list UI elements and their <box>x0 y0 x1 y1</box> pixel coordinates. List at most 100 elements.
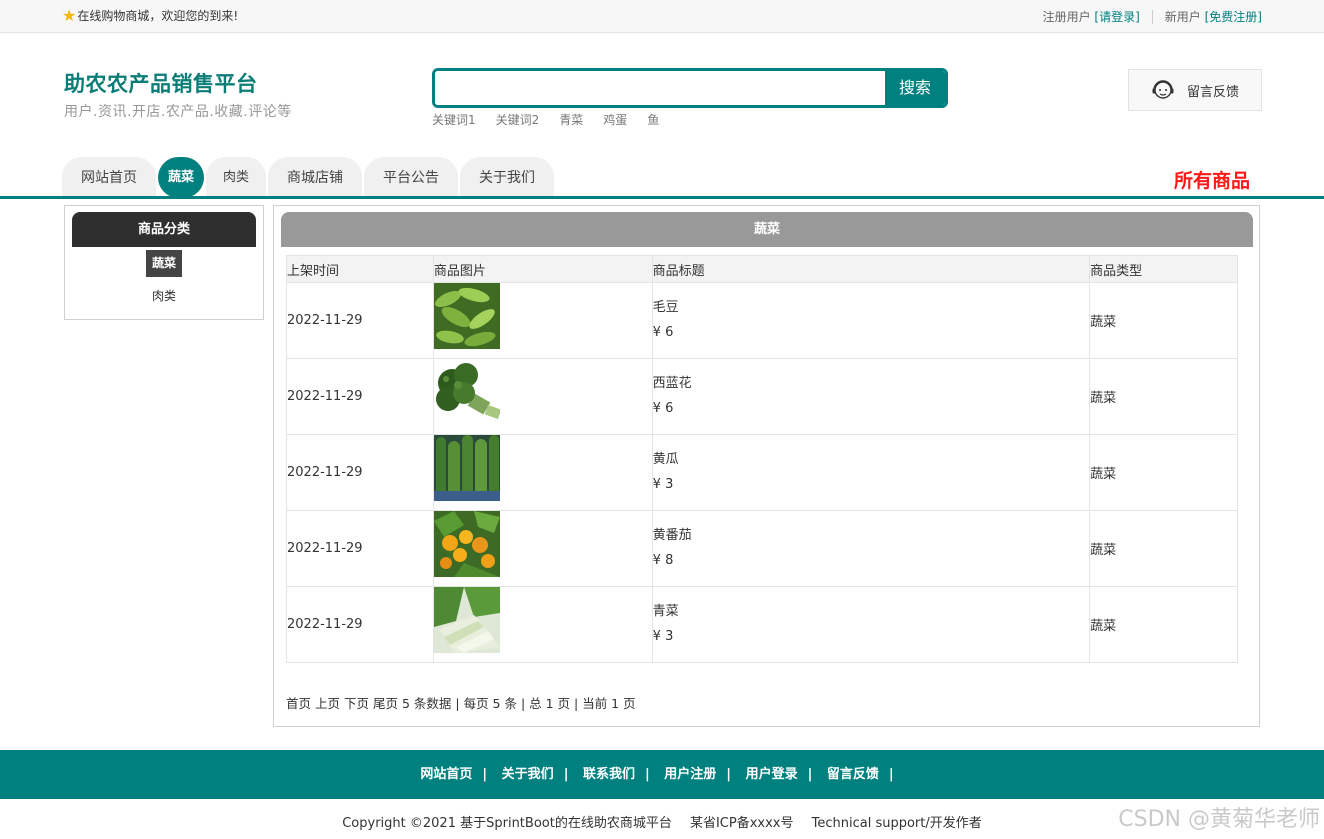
hot-keywords: 关键词1 关键词2 青菜 鸡蛋 鱼 <box>432 111 659 128</box>
product-price: ¥ 6 <box>652 324 674 340</box>
type-cell: 蔬菜 <box>1089 282 1238 359</box>
product-image-broccoli[interactable] <box>433 358 500 425</box>
footer-link-about[interactable]: 关于我们 <box>502 767 554 782</box>
new-user-label: 新用户 <box>1164 10 1201 24</box>
tab-vegetables[interactable]: 蔬菜 <box>158 157 204 198</box>
title-cell: 黄番茄 ¥ 8 <box>651 510 1091 587</box>
register-link[interactable]: [免费注册] <box>1205 8 1262 25</box>
tab-shops[interactable]: 商城店铺 <box>268 157 363 198</box>
title-cell: 青菜 ¥ 3 <box>651 586 1091 663</box>
support-text: Technical support/开发作者 <box>811 816 982 831</box>
table-row[interactable]: 2022-11-29 青菜 ¥ 3 蔬菜 <box>286 586 1238 663</box>
product-image-bok-choy[interactable] <box>433 586 500 653</box>
pager-next[interactable]: 下页 <box>344 696 369 711</box>
sidebar-title: 商品分类 <box>72 212 256 247</box>
table-row[interactable]: 2022-11-29 西蓝花 ¥ 6 蔬菜 <box>286 358 1238 435</box>
column-header: 上架时间 <box>286 255 434 283</box>
product-image-edamame[interactable] <box>433 282 500 349</box>
product-title[interactable]: 青菜 <box>653 600 1089 619</box>
star-icon: ★ <box>62 5 77 25</box>
title-cell: 毛豆 ¥ 6 <box>651 282 1091 359</box>
panel-title: 蔬菜 <box>281 212 1253 247</box>
keyword-link[interactable]: 鱼 <box>647 111 659 128</box>
main-nav: 网站首页 蔬菜 肉类 商城店铺 平台公告 关于我们 <box>62 157 556 198</box>
date-cell: 2022-11-29 <box>286 586 434 663</box>
nav-underline <box>0 196 1324 199</box>
product-panel: 蔬菜 上架时间 商品图片 商品标题 商品类型 2022-11-29 毛豆 ¥ 6… <box>273 205 1260 727</box>
customer-service-icon <box>1152 80 1174 99</box>
feedback-label: 留言反馈 <box>1187 84 1240 100</box>
product-price: ¥ 6 <box>652 400 674 416</box>
product-table: 上架时间 商品图片 商品标题 商品类型 2022-11-29 毛豆 ¥ 6 蔬菜… <box>286 255 1238 663</box>
product-price: ¥ 8 <box>652 552 674 568</box>
pager-first[interactable]: 首页 <box>286 696 311 711</box>
footer-link-login[interactable]: 用户登录 <box>746 767 798 782</box>
product-title[interactable]: 黄番茄 <box>653 524 1089 543</box>
column-header: 商品类型 <box>1089 255 1238 283</box>
copyright-text: Copyright ©2021 基于SprintBoot的在线助农商城平台 <box>342 816 672 831</box>
keyword-link[interactable]: 鸡蛋 <box>603 111 627 128</box>
keyword-link[interactable]: 关键词2 <box>496 111 540 128</box>
tab-about[interactable]: 关于我们 <box>460 157 555 198</box>
image-cell <box>432 358 653 435</box>
footer-link-contact[interactable]: 联系我们 <box>583 767 635 782</box>
pagination: 首页 上页 下页 尾页 5 条数据 | 每页 5 条 | 总 1 页 | 当前 … <box>286 693 636 712</box>
column-header: 商品标题 <box>651 255 1091 283</box>
search-button[interactable]: 搜索 <box>885 71 945 105</box>
date-cell: 2022-11-29 <box>286 358 434 435</box>
sidebar-item-meat[interactable]: 肉类 <box>65 287 263 304</box>
date-cell: 2022-11-29 <box>286 510 434 587</box>
title-cell: 西蓝花 ¥ 6 <box>651 358 1091 435</box>
footer-link-register[interactable]: 用户注册 <box>664 767 716 782</box>
keyword-link[interactable]: 关键词1 <box>432 111 476 128</box>
login-link[interactable]: [请登录] <box>1094 8 1139 25</box>
product-image-cucumber[interactable] <box>433 434 500 501</box>
footer-link-feedback[interactable]: 留言反馈 <box>827 767 879 782</box>
welcome-label: 在线购物商城，欢迎您的到来! <box>77 9 239 23</box>
tab-home[interactable]: 网站首页 <box>62 157 156 198</box>
product-image-tomato[interactable] <box>433 510 500 577</box>
footer-link-home[interactable]: 网站首页 <box>420 767 472 782</box>
search-input[interactable] <box>435 71 887 105</box>
account-links: 注册用户 [请登录] 新用户 [免费注册] <box>1043 8 1262 25</box>
type-cell: 蔬菜 <box>1089 358 1238 435</box>
sidebar-item-vegetables[interactable]: 蔬菜 <box>146 250 182 277</box>
date-cell: 2022-11-29 <box>286 434 434 511</box>
type-cell: 蔬菜 <box>1089 510 1238 587</box>
footer-nav: 网站首页 | 关于我们 | 联系我们 | 用户注册 | 用户登录 | 留言反馈 | <box>0 750 1324 799</box>
feedback-button[interactable]: 留言反馈 <box>1128 69 1262 111</box>
tab-announcements[interactable]: 平台公告 <box>364 157 459 198</box>
image-cell <box>432 586 653 663</box>
image-cell <box>432 282 653 359</box>
tab-meat[interactable]: 肉类 <box>206 157 267 198</box>
product-title[interactable]: 毛豆 <box>653 296 1089 315</box>
product-title[interactable]: 黄瓜 <box>653 448 1089 467</box>
product-title[interactable]: 西蓝花 <box>653 372 1089 391</box>
registered-user-label: 注册用户 <box>1042 10 1091 24</box>
keyword-link[interactable]: 青菜 <box>559 111 583 128</box>
site-subtitle: 用户.资讯.开店.农产品.收藏.评论等 <box>64 104 292 120</box>
site-title[interactable]: 助农农产品销售平台 <box>64 68 292 98</box>
icp-text: 某省ICP备xxxx号 <box>689 816 794 831</box>
image-cell <box>432 434 653 511</box>
welcome-text: ★ 在线购物商城，欢迎您的到来! <box>62 7 238 24</box>
divider <box>1151 9 1153 24</box>
product-price: ¥ 3 <box>652 628 674 644</box>
product-price: ¥ 3 <box>652 476 674 492</box>
table-row[interactable]: 2022-11-29 毛豆 ¥ 6 蔬菜 <box>286 282 1238 359</box>
all-goods-link[interactable]: 所有商品 <box>1174 166 1250 193</box>
column-header: 商品图片 <box>432 255 653 283</box>
type-cell: 蔬菜 <box>1089 586 1238 663</box>
pager-last[interactable]: 尾页 <box>373 696 398 711</box>
image-cell <box>432 510 653 587</box>
top-bar: ★ 在线购物商城，欢迎您的到来! 注册用户 [请登录] 新用户 [免费注册] <box>0 0 1324 33</box>
pager-info: 5 条数据 | 每页 5 条 | 总 1 页 | 当前 1 页 <box>402 696 636 711</box>
table-row[interactable]: 2022-11-29 黄瓜 ¥ 3 蔬菜 <box>286 434 1238 511</box>
title-cell: 黄瓜 ¥ 3 <box>651 434 1091 511</box>
table-row[interactable]: 2022-11-29 黄番茄 ¥ 8 蔬菜 <box>286 510 1238 587</box>
search-box: 搜索 <box>432 68 948 108</box>
pager-prev[interactable]: 上页 <box>315 696 340 711</box>
watermark: CSDN @黄菊华老师 <box>1118 807 1320 832</box>
category-sidebar: 商品分类 蔬菜 肉类 <box>64 205 264 320</box>
table-header-row: 上架时间 商品图片 商品标题 商品类型 <box>286 255 1238 283</box>
